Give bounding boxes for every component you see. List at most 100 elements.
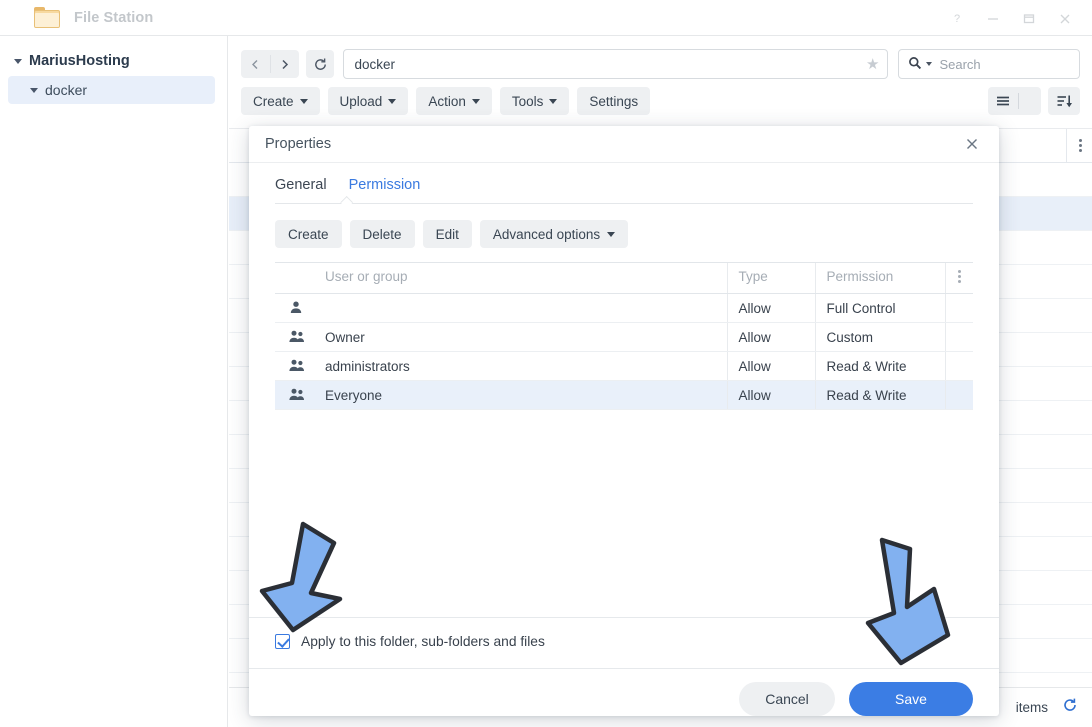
nav-history-group: [241, 50, 299, 78]
column-options-icon[interactable]: [946, 270, 974, 283]
create-permission-label: Create: [288, 227, 329, 242]
forward-button[interactable]: [270, 50, 299, 78]
tab-general[interactable]: General: [275, 177, 327, 204]
row-permission: Read & Write: [815, 381, 945, 410]
header-user-or-group[interactable]: User or group: [313, 263, 727, 294]
upload-label: Upload: [340, 94, 383, 109]
sort-descending-icon[interactable]: [1048, 87, 1080, 115]
dialog-body: Create Delete Edit Advanced options: [249, 204, 999, 617]
refresh-icon[interactable]: [1062, 697, 1078, 718]
path-value: docker: [354, 57, 395, 72]
back-button[interactable]: [241, 50, 270, 78]
user-icon: [275, 300, 313, 317]
refresh-button[interactable]: [306, 50, 335, 78]
edit-permission-button[interactable]: Edit: [423, 220, 472, 248]
close-icon[interactable]: [961, 133, 983, 155]
cancel-button[interactable]: Cancel: [739, 682, 835, 716]
group-icon: [275, 358, 313, 375]
sidebar-root-label: MariusHosting: [29, 53, 130, 69]
advanced-options-label: Advanced options: [493, 227, 600, 242]
chevron-down-icon: [388, 99, 396, 104]
row-name: Owner: [313, 323, 727, 352]
chevron-down-icon[interactable]: [30, 88, 38, 93]
permission-table-header-row: User or group Type Permission: [275, 263, 973, 294]
dialog-title: Properties: [265, 136, 331, 152]
row-permission: Full Control: [815, 294, 945, 323]
sidebar: MariusHosting docker: [0, 36, 228, 727]
save-button[interactable]: Save: [849, 682, 973, 716]
permission-table: User or group Type Permission: [275, 262, 973, 410]
row-spacer: [945, 323, 973, 352]
help-icon[interactable]: ?: [940, 3, 974, 33]
tab-permission[interactable]: Permission: [349, 177, 421, 204]
list-view-icon[interactable]: [988, 94, 1018, 108]
permission-action-row: Create Delete Edit Advanced options: [275, 204, 973, 262]
settings-button[interactable]: Settings: [577, 87, 650, 115]
group-icon: [275, 329, 313, 346]
chevron-down-icon: [549, 99, 557, 104]
action-label: Action: [428, 94, 466, 109]
tools-label: Tools: [512, 94, 544, 109]
row-type: Allow: [727, 352, 815, 381]
dialog-tabs: General Permission: [249, 163, 999, 204]
header-icon: [275, 263, 313, 294]
settings-label: Settings: [589, 94, 638, 109]
sidebar-child-label: docker: [45, 82, 87, 98]
row-icon-cell: [275, 323, 313, 352]
folder-icon: [34, 7, 60, 28]
apply-to-subfolders-label: Apply to this folder, sub-folders and fi…: [301, 634, 545, 649]
chevron-down-icon: [472, 99, 480, 104]
row-spacer: [945, 294, 973, 323]
svg-text:?: ?: [954, 13, 960, 25]
path-input[interactable]: docker ★: [343, 49, 888, 79]
window-controls: ?: [940, 0, 1082, 36]
apply-to-subfolders-checkbox[interactable]: [275, 634, 290, 649]
row-permission: Read & Write: [815, 352, 945, 381]
tools-button[interactable]: Tools: [500, 87, 570, 115]
table-row[interactable]: administrators Allow Read & Write: [275, 352, 973, 381]
group-icon: [275, 387, 313, 404]
row-icon-cell: [275, 352, 313, 381]
window-titlebar: File Station ?: [0, 0, 1092, 36]
row-spacer: [945, 352, 973, 381]
close-icon[interactable]: [1048, 3, 1082, 33]
table-row[interactable]: Everyone Allow Read & Write: [275, 381, 973, 410]
row-icon-cell: [275, 381, 313, 410]
delete-permission-label: Delete: [363, 227, 402, 242]
create-label: Create: [253, 94, 294, 109]
sidebar-item-docker[interactable]: docker: [8, 76, 215, 104]
properties-dialog: Properties General Permission Create Del…: [249, 126, 999, 716]
star-icon[interactable]: ★: [866, 55, 879, 73]
minimize-icon[interactable]: [976, 3, 1010, 33]
header-type[interactable]: Type: [727, 263, 815, 294]
dialog-header: Properties: [249, 126, 999, 163]
column-options-icon[interactable]: [1066, 129, 1082, 163]
action-button[interactable]: Action: [416, 87, 492, 115]
chevron-down-icon: [607, 232, 615, 237]
upload-button[interactable]: Upload: [328, 87, 409, 115]
search-input[interactable]: Search: [898, 49, 1080, 79]
create-permission-button[interactable]: Create: [275, 220, 342, 248]
toolbar: Create Upload Action Tools Settings: [229, 79, 1092, 115]
dialog-action-buttons: Cancel Save: [249, 668, 999, 716]
chevron-down-icon[interactable]: [14, 59, 22, 64]
table-row[interactable]: Owner Allow Custom: [275, 323, 973, 352]
header-column-options[interactable]: [945, 263, 973, 294]
apply-checkbox-row: Apply to this folder, sub-folders and fi…: [249, 617, 999, 649]
row-name: Everyone: [313, 381, 727, 410]
maximize-icon[interactable]: [1012, 3, 1046, 33]
search-icon: [908, 56, 922, 73]
toolbar-right-group: [988, 87, 1080, 115]
table-row[interactable]: Allow Full Control: [275, 294, 973, 323]
sidebar-item-mariushosting[interactable]: MariusHosting: [0, 48, 227, 74]
view-mode-group[interactable]: [988, 87, 1041, 115]
row-type: Allow: [727, 381, 815, 410]
header-permission[interactable]: Permission: [815, 263, 945, 294]
row-name: [313, 294, 727, 323]
create-button[interactable]: Create: [241, 87, 320, 115]
chevron-down-icon[interactable]: [926, 62, 932, 66]
file-station-window: File Station ? MariusHosting docker: [0, 0, 1092, 727]
app-title: File Station: [74, 10, 153, 26]
delete-permission-button[interactable]: Delete: [350, 220, 415, 248]
advanced-options-button[interactable]: Advanced options: [480, 220, 628, 248]
